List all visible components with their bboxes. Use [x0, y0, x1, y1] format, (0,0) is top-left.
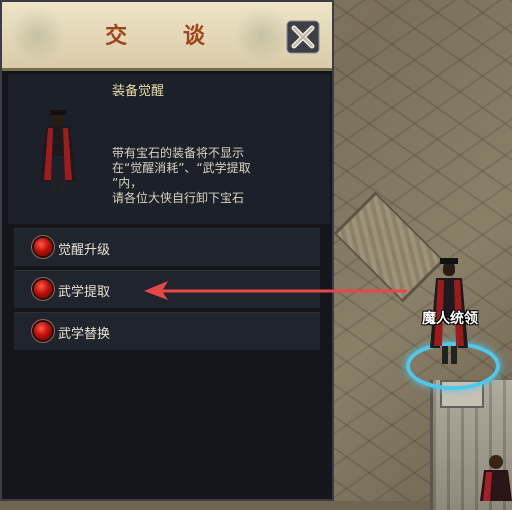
description-text: 带有宝石的装备将不显示 在“觉醒消耗”、“武学提取 ”内， 请各位大侠自行卸下宝…: [112, 146, 322, 206]
description-line: 请各位大侠自行卸下宝石: [112, 191, 245, 205]
description-line: 带有宝石的装备将不显示: [112, 146, 245, 160]
option-label: 武学替换: [58, 327, 111, 342]
npc-character-partial[interactable]: [478, 452, 512, 501]
red-orb-icon: [34, 322, 52, 340]
section-title: 装备觉醒: [112, 84, 165, 99]
option-martial-replace[interactable]: 武学替换: [14, 312, 320, 350]
red-orb-icon: [34, 238, 52, 256]
description-line: ”内，: [112, 176, 143, 190]
option-awaken-upgrade[interactable]: 觉醒升级: [14, 228, 320, 266]
red-orb-icon: [34, 280, 52, 298]
npc-name-label: 魔人统领: [422, 311, 478, 327]
option-label: 觉醒升级: [58, 243, 111, 258]
dialog-title: 交 谈: [105, 23, 229, 49]
annotation-arrow-icon: [144, 281, 408, 300]
description-line: 在“觉醒消耗”、“武学提取: [112, 161, 251, 175]
close-icon[interactable]: [286, 20, 320, 54]
option-label: 武学提取: [58, 285, 111, 300]
dialog-header: 交 谈: [2, 2, 332, 71]
character-portrait: [40, 110, 76, 192]
